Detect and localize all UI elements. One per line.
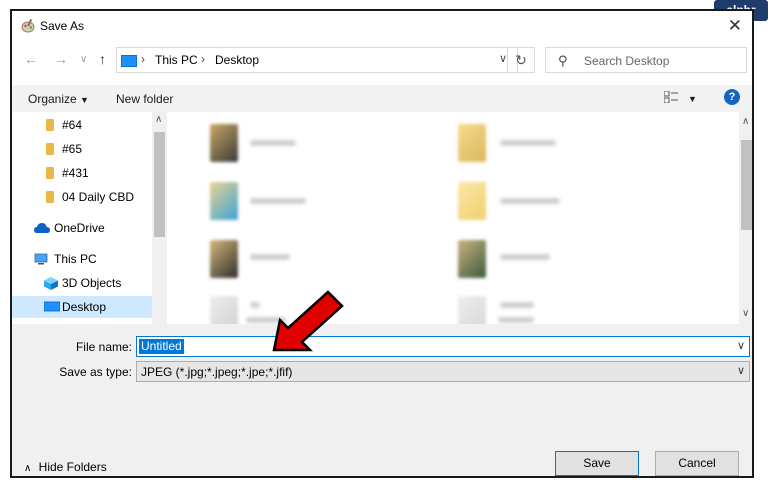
file-name-blurred: [500, 254, 550, 260]
sidebar-item-label: 3D Objects: [62, 276, 122, 290]
search-icon: ⚲: [558, 53, 568, 68]
close-icon[interactable]: ✕: [728, 16, 742, 36]
save-button[interactable]: Save: [555, 451, 639, 476]
file-thumbnail[interactable]: [458, 182, 486, 220]
chevron-down-icon[interactable]: ∨: [737, 339, 745, 352]
file-thumbnail[interactable]: [210, 182, 238, 220]
help-icon[interactable]: ?: [724, 89, 740, 105]
back-arrow-icon[interactable]: ←: [24, 51, 38, 67]
scroll-thumb[interactable]: [741, 140, 752, 230]
up-arrow-icon[interactable]: ↑: [99, 51, 106, 67]
cube-icon: [44, 277, 58, 290]
pc-icon: [121, 55, 137, 67]
file-name-blurred: [500, 302, 534, 308]
sidebar-item-64[interactable]: #64: [12, 114, 152, 136]
sidebar-item-label: #65: [62, 142, 83, 156]
file-name-field[interactable]: Untitled ∨: [136, 336, 750, 357]
sidebar-item-label: #64: [62, 118, 83, 132]
view-dropdown-icon[interactable]: ▼: [688, 94, 697, 104]
scroll-up-icon[interactable]: ∧: [742, 116, 749, 127]
new-folder-button[interactable]: New folder: [116, 92, 173, 106]
sidebar-item-label: 04 Daily CBD: [62, 190, 135, 204]
sidebar-item-label: This PC: [54, 252, 97, 266]
breadcrumb-desktop[interactable]: Desktop: [215, 53, 259, 67]
search-input[interactable]: ⚲ Search Desktop: [545, 47, 747, 73]
file-meta-blurred: [498, 317, 534, 323]
organize-menu[interactable]: Organize ▼: [28, 92, 89, 106]
folder-icon: [46, 167, 54, 179]
command-bar: Organize ▼ New folder ▼ ?: [12, 85, 752, 113]
forward-arrow-icon[interactable]: →: [54, 51, 68, 67]
sidebar-item-label: Desktop: [62, 300, 107, 314]
sidebar-item-desktop[interactable]: Desktop: [12, 296, 152, 318]
file-thumbnail[interactable]: [458, 240, 486, 278]
view-options-icon[interactable]: [664, 91, 678, 103]
file-thumbnail[interactable]: [210, 296, 238, 324]
navigation-scrollbar[interactable]: ∧: [152, 112, 167, 324]
file-thumbnail[interactable]: [458, 296, 486, 324]
address-dropdown-icon[interactable]: ∨: [499, 52, 507, 65]
save-as-dialog: Save As ✕ ← → ∨ ↑ › This PC › Desktop ∨ …: [10, 9, 754, 478]
sidebar-item-65[interactable]: #65: [12, 138, 152, 160]
search-placeholder: Search Desktop: [584, 54, 670, 68]
file-name-value: Untitled: [139, 339, 184, 354]
file-list: [168, 112, 740, 324]
pc-icon: [34, 253, 48, 265]
sidebar-item-label: OneDrive: [54, 221, 105, 235]
sidebar-item-label: #431: [62, 166, 89, 180]
folder-icon: [46, 143, 54, 155]
file-name-blurred: [500, 198, 560, 204]
folder-icon: [46, 191, 54, 203]
file-thumbnail[interactable]: [210, 124, 238, 162]
file-list-scrollbar[interactable]: ∧ ∨: [739, 112, 752, 324]
file-name-blurred: [500, 140, 556, 146]
save-options-panel: File name: Untitled ∨ Save as type: JPEG…: [12, 324, 752, 476]
file-name-blurred: [250, 254, 290, 260]
title-bar: Save As ✕: [12, 11, 752, 43]
window-title: Save As: [40, 19, 85, 33]
annotation-arrow-icon: [272, 290, 344, 352]
scroll-thumb[interactable]: [154, 132, 165, 237]
sidebar-item-this-pc[interactable]: This PC: [12, 248, 152, 270]
cloud-icon: [34, 223, 50, 233]
desktop-icon: [44, 301, 60, 312]
navigation-bar: ← → ∨ ↑ › This PC › Desktop ∨ ↻ ⚲ Search…: [12, 47, 752, 75]
refresh-icon[interactable]: ↻: [507, 47, 535, 73]
folder-icon: [46, 119, 54, 131]
breadcrumb-separator-icon: ›: [201, 52, 205, 66]
address-bar[interactable]: › This PC › Desktop ∨: [116, 47, 518, 73]
chevron-up-icon: ∧: [24, 463, 32, 474]
organize-label: Organize: [28, 92, 77, 106]
sidebar-item-04-daily-cbd[interactable]: 04 Daily CBD: [12, 186, 152, 208]
save-as-type-select[interactable]: JPEG (*.jpg;*.jpeg;*.jpe;*.jfif) ∨: [136, 361, 750, 382]
file-thumbnail[interactable]: [210, 240, 238, 278]
paint-app-icon: [21, 19, 35, 33]
sidebar-item-431[interactable]: #431: [12, 162, 152, 184]
chevron-down-icon[interactable]: ∨: [80, 54, 87, 65]
scroll-up-icon[interactable]: ∧: [155, 114, 162, 125]
file-name-blurred: [250, 198, 306, 204]
file-name-blurred: [250, 302, 260, 308]
sidebar-item-onedrive[interactable]: OneDrive: [12, 217, 152, 239]
navigation-pane: #64 #65 #431 04 Daily CBD OneDrive This …: [12, 112, 167, 324]
save-as-type-label: Save as type:: [59, 365, 132, 379]
breadcrumb-separator-icon: ›: [141, 52, 145, 66]
chevron-down-icon[interactable]: ∨: [737, 364, 745, 377]
breadcrumb-this-pc[interactable]: This PC: [155, 53, 198, 67]
file-name-blurred: [250, 140, 296, 146]
save-as-type-value: JPEG (*.jpg;*.jpeg;*.jpe;*.jfif): [141, 365, 293, 379]
hide-folders-label: Hide Folders: [38, 460, 107, 474]
file-name-label: File name:: [75, 340, 132, 354]
dropdown-caret-icon: ▼: [80, 95, 89, 105]
cancel-button[interactable]: Cancel: [655, 451, 739, 476]
scroll-down-icon[interactable]: ∨: [742, 308, 749, 319]
hide-folders-toggle[interactable]: ∧ Hide Folders: [24, 460, 107, 474]
file-thumbnail[interactable]: [458, 124, 486, 162]
sidebar-item-3d-objects[interactable]: 3D Objects: [12, 272, 152, 294]
